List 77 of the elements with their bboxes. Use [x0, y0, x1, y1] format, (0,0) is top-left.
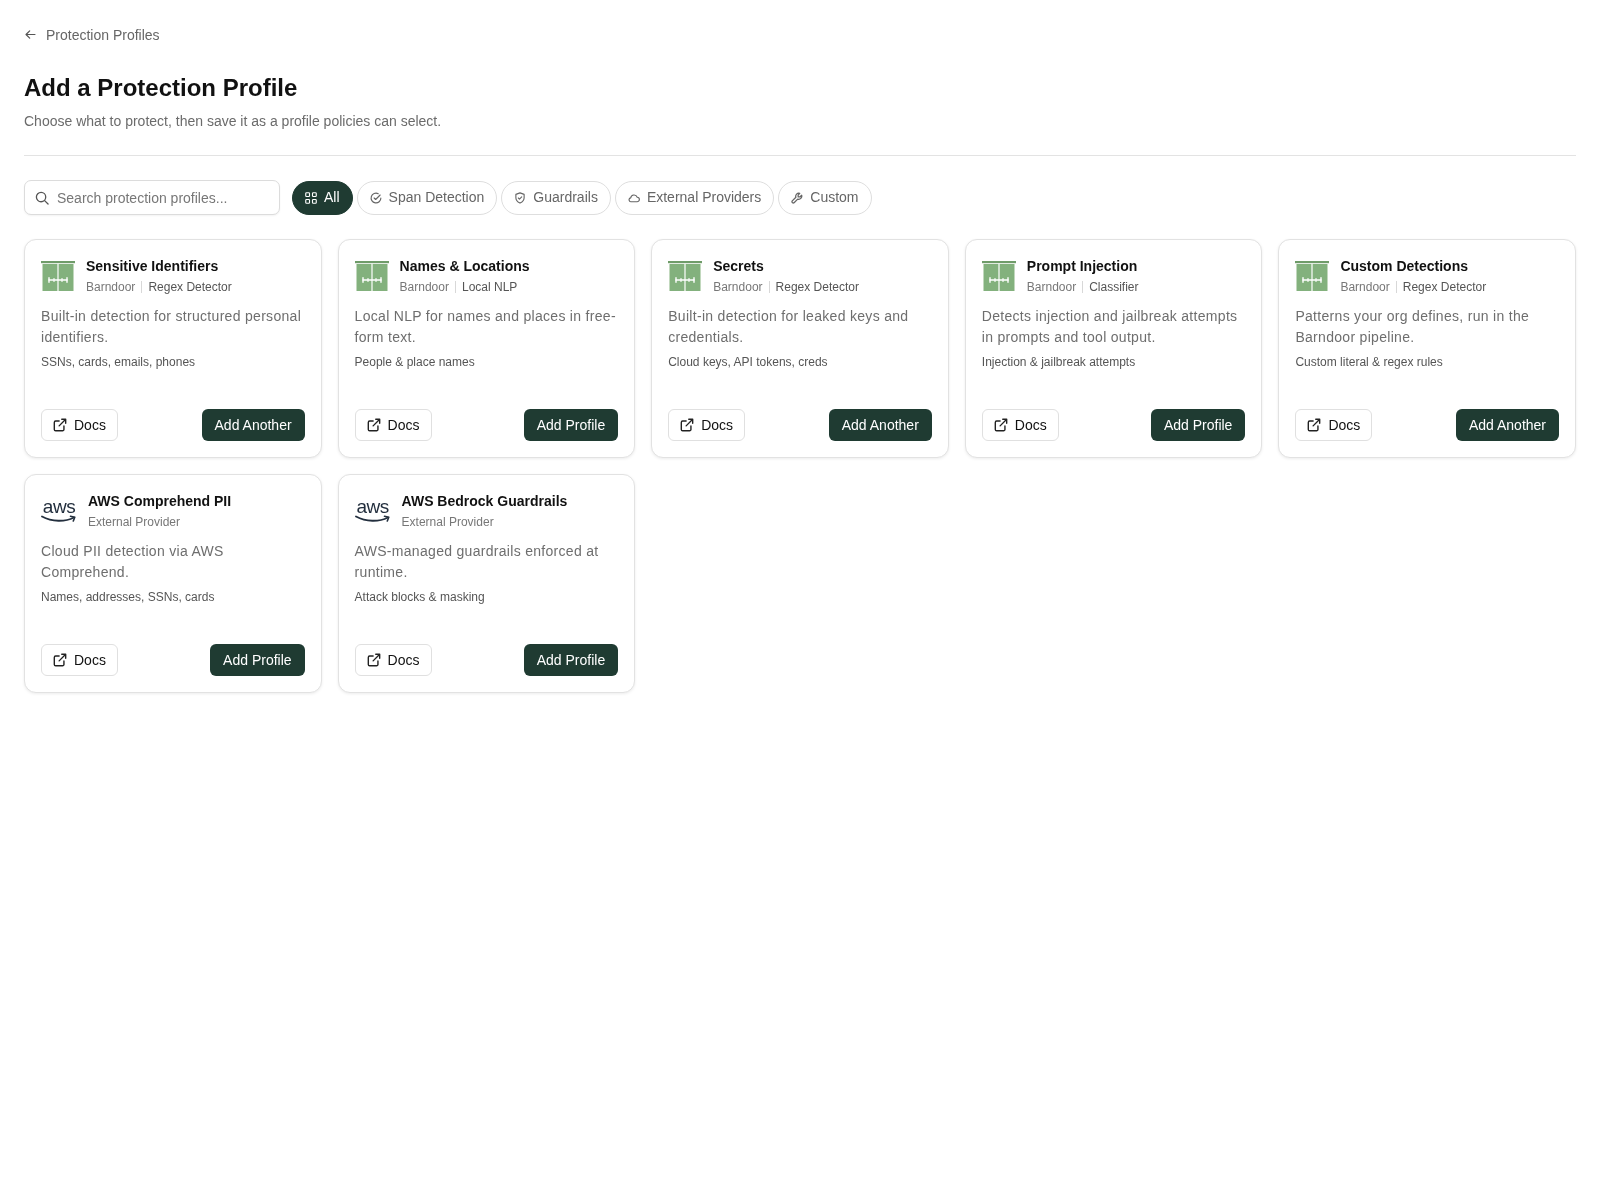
- external-link-icon: [1307, 418, 1322, 432]
- docs-button[interactable]: Docs: [981, 409, 1059, 441]
- door-logo: [981, 260, 1016, 291]
- card-title: Secrets: [713, 257, 765, 276]
- meta-label: Barndoor: [86, 279, 136, 295]
- card-tags: Cloud keys, API tokens, creds: [668, 354, 932, 370]
- card-title: AWS Bedrock Guardrails: [401, 492, 568, 511]
- meta-label: External Provider: [88, 514, 181, 530]
- card-tags: Custom literal & regex rules: [1295, 354, 1559, 370]
- card-tags: SSNs, cards, emails, phones: [41, 354, 305, 370]
- add-button[interactable]: Add Another: [201, 409, 305, 441]
- search-icon: [35, 191, 49, 205]
- external-link-icon: [366, 653, 381, 667]
- wrench-icon: [791, 191, 804, 204]
- aws-logo: aws: [41, 498, 77, 523]
- grid-icon: [305, 191, 317, 204]
- back-link[interactable]: Protection Profiles: [24, 24, 160, 45]
- card-description: Built-in detection for leaked keys and credentials.: [668, 307, 910, 347]
- card-description: Detects injection and jailbreak attempts in prompts and tool output.: [981, 307, 1239, 347]
- meta-label: External Provider: [401, 514, 494, 530]
- add-button[interactable]: Add Profile: [523, 644, 619, 676]
- door-logo: [1295, 260, 1330, 291]
- card-tags: People & place names: [354, 354, 619, 370]
- external-link-icon: [53, 418, 67, 432]
- docs-button[interactable]: Docs: [41, 644, 118, 676]
- add-button[interactable]: Add Another: [1455, 409, 1559, 441]
- door-logo: [668, 260, 703, 291]
- external-link-icon: [53, 653, 67, 667]
- meta-label: Barndoor: [399, 279, 449, 295]
- card-tags: Attack blocks & masking: [354, 589, 619, 605]
- door-logo: [354, 260, 389, 291]
- filter-tab[interactable]: External Providers: [614, 180, 775, 215]
- card-title: Custom Detections: [1340, 257, 1469, 276]
- card-title: AWS Comprehend PII: [88, 492, 232, 511]
- filter-tab[interactable]: All: [292, 180, 353, 215]
- door-logo: [41, 260, 75, 291]
- docs-button[interactable]: Docs: [354, 644, 432, 676]
- add-button[interactable]: Add Profile: [210, 644, 305, 676]
- external-link-icon: [993, 418, 1008, 432]
- meta-label: Barndoor: [713, 279, 763, 295]
- aws-logo: aws: [354, 498, 391, 523]
- add-button[interactable]: Add Profile: [1150, 409, 1246, 441]
- meta-label: Regex Detector: [775, 279, 859, 295]
- filter-tab[interactable]: Span Detection: [356, 180, 498, 215]
- docs-button[interactable]: Docs: [354, 409, 432, 441]
- meta-label: Classifier: [1089, 279, 1139, 295]
- check-circle-icon: [369, 191, 382, 204]
- meta-label: Barndoor: [1340, 279, 1390, 295]
- meta-label: Regex Detector: [148, 279, 232, 295]
- card-description: Built-in detection for structured personal identifiers.: [41, 307, 303, 347]
- card-description: Cloud PII detection via AWS Comprehend.: [41, 542, 225, 582]
- card-description: AWS-managed guardrails enforced at runtime.: [354, 542, 600, 582]
- docs-button[interactable]: Docs: [668, 409, 746, 441]
- add-button[interactable]: Add Another: [828, 409, 932, 441]
- page-title: Add a Protection Profile: [24, 73, 299, 103]
- meta-label: Local NLP: [461, 279, 518, 295]
- shield-icon: [514, 191, 527, 204]
- cloud-icon: [627, 191, 640, 204]
- meta-label: Barndoor: [1026, 279, 1077, 295]
- card-description: Local NLP for names and places in free-form text.: [354, 307, 617, 347]
- docs-button[interactable]: Docs: [41, 409, 118, 441]
- add-button[interactable]: Add Profile: [523, 409, 619, 441]
- external-link-icon: [680, 418, 695, 432]
- card-title: Prompt Injection: [1026, 257, 1139, 276]
- arrow-left-icon: [24, 28, 37, 41]
- card-title: Names & Locations: [399, 257, 530, 276]
- card-tags: Injection & jailbreak attempts: [981, 354, 1246, 370]
- external-link-icon: [366, 418, 381, 432]
- search-field[interactable]: Search protection profiles...: [24, 180, 280, 215]
- card-tags: Names, addresses, SSNs, cards: [41, 589, 305, 605]
- meta-label: Regex Detector: [1402, 279, 1487, 295]
- filter-tab[interactable]: Guardrails: [501, 180, 611, 215]
- page-subtitle: Choose what to protect, then save it as a profile policies can select.: [24, 112, 443, 131]
- filter-tab[interactable]: Custom: [778, 180, 872, 215]
- card-title: Sensitive Identifiers: [86, 257, 220, 276]
- docs-button[interactable]: Docs: [1295, 409, 1373, 441]
- card-description: Patterns your org defines, run in the Barndoor pipeline.: [1295, 307, 1531, 347]
